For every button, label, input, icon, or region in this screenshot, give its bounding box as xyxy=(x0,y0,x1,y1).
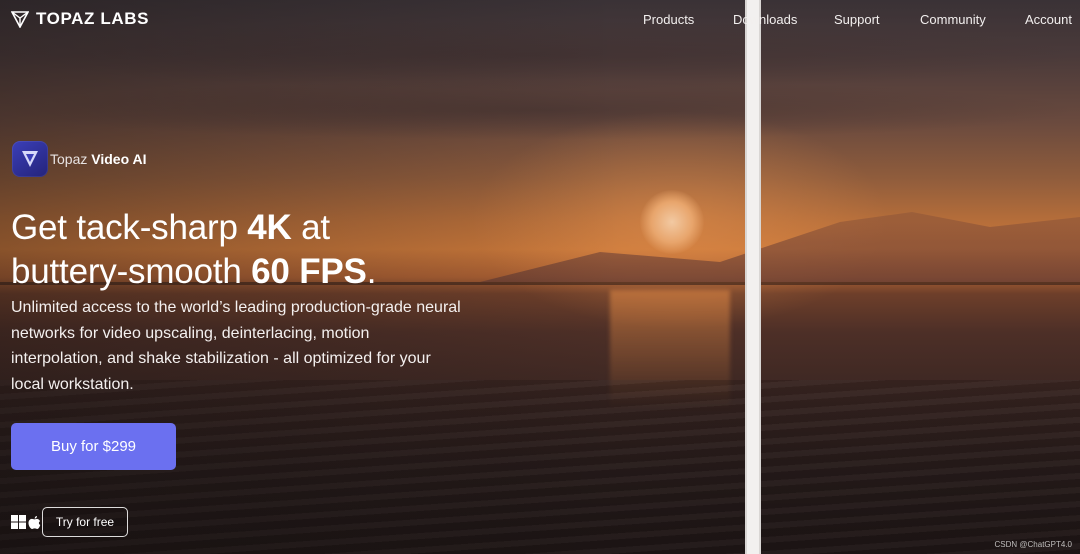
nav-link-support[interactable]: Support xyxy=(834,12,880,27)
buy-button[interactable]: Buy for $299 xyxy=(11,423,176,470)
os-icons xyxy=(11,514,41,530)
product-badge: Topaz Video AI xyxy=(12,140,146,178)
nav-links: Products Downloads Support Community Acc… xyxy=(0,12,1080,30)
hero-subtext: Unlimited access to the world’s leading … xyxy=(11,299,461,393)
nav-link-downloads[interactable]: Downloads xyxy=(733,12,797,27)
windows-icon xyxy=(11,515,26,529)
try-for-free-button[interactable]: Try for free xyxy=(42,507,128,537)
watermark: CSDN @ChatGPT4.0 xyxy=(994,540,1072,549)
apple-icon xyxy=(28,515,41,529)
nav-link-community[interactable]: Community xyxy=(920,12,986,27)
hero-headline: Get tack-sharp 4K at buttery-smooth 60 FP… xyxy=(11,208,377,291)
top-nav: TOPAZ LABS Products Downloads Support Co… xyxy=(0,0,1080,40)
product-name: Topaz Video AI xyxy=(50,151,147,167)
sun xyxy=(640,190,704,254)
play-triangle-icon xyxy=(12,141,48,177)
nav-link-products[interactable]: Products xyxy=(643,12,694,27)
comparison-slider-handle[interactable] xyxy=(745,0,761,554)
nav-link-account[interactable]: Account xyxy=(1025,12,1072,27)
